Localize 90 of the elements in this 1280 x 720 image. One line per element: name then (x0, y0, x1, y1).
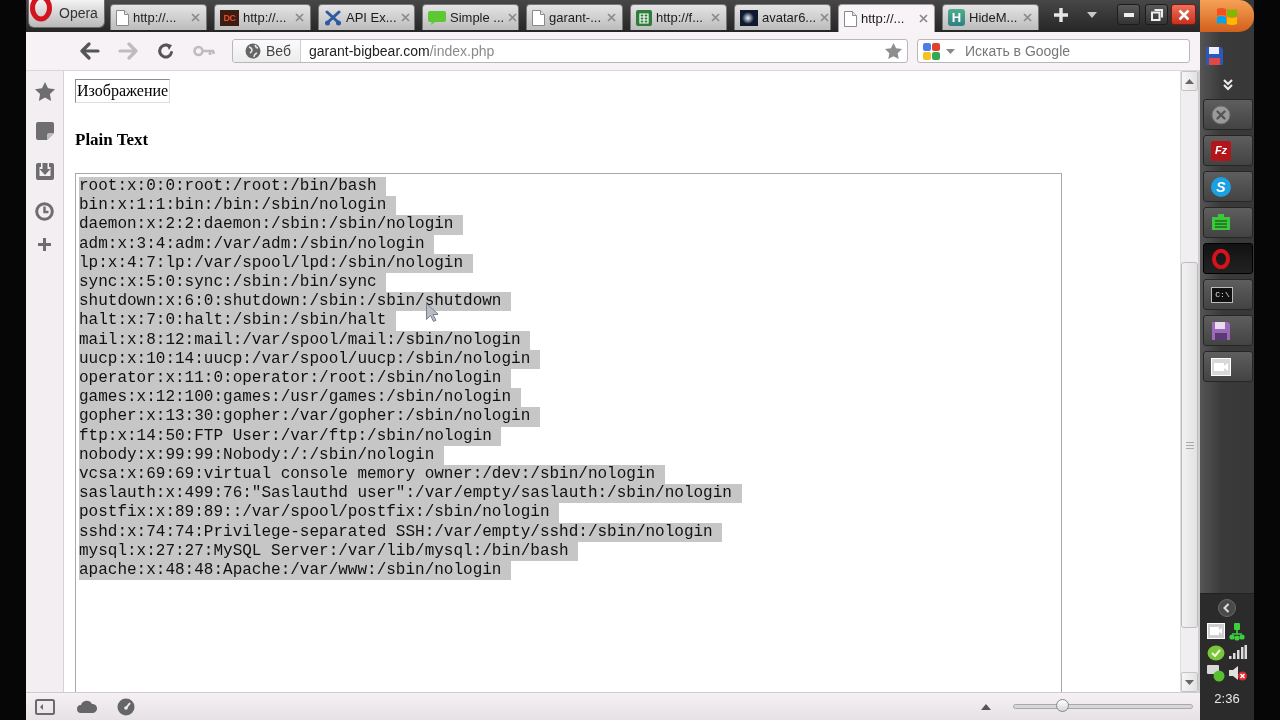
minimize-icon (1123, 12, 1134, 17)
letter-logo: Fz (1211, 140, 1231, 161)
browser-tab[interactable]: Simple ... (422, 4, 519, 30)
reload-icon (157, 42, 175, 60)
check-circle-icon[interactable] (1207, 645, 1225, 661)
search-engine-icon[interactable] (923, 42, 940, 60)
flag-logo-icon (1216, 6, 1238, 26)
sync-button[interactable] (77, 700, 97, 713)
opera-menu-button[interactable]: Opera (28, 0, 105, 28)
site-info-button[interactable]: Веб (233, 40, 301, 62)
section-heading: Plain Text (75, 130, 149, 150)
image-thumbnail-icon (740, 9, 758, 26)
crossed-tools-icon (324, 9, 342, 26)
camera-icon (1211, 357, 1231, 376)
taskbar-button[interactable]: C:\ (1203, 279, 1253, 310)
close-icon[interactable] (919, 14, 928, 23)
show-more-button[interactable] (981, 703, 991, 710)
scroll-up-button[interactable] (1181, 71, 1198, 91)
globe-icon (245, 43, 261, 59)
browser-tab[interactable]: API Ex... (318, 4, 415, 30)
speed-dial-button[interactable] (117, 697, 135, 716)
star-icon[interactable] (885, 43, 902, 59)
text-area[interactable] (75, 173, 1062, 692)
close-button[interactable] (1171, 4, 1196, 25)
search-input[interactable]: Искать в Google (961, 41, 1189, 61)
scroll-down-button[interactable] (1181, 672, 1198, 692)
taskbar-button[interactable] (1203, 351, 1253, 382)
o-ring-icon (1211, 248, 1231, 269)
taskbar-button[interactable] (1203, 315, 1253, 346)
url-text: garant-bigbear.com/index.php (309, 43, 495, 59)
o-ring-icon (30, 0, 52, 22)
caret-up-icon (981, 703, 991, 710)
taskbar-button[interactable]: Fz (1203, 135, 1253, 166)
double-chevron-icon (1223, 79, 1233, 91)
browser-tab[interactable]: DC http://... (214, 4, 311, 30)
scrollbar-thumb[interactable] (1181, 262, 1198, 628)
restore-button[interactable] (1145, 4, 1168, 25)
chat-status-icon[interactable] (1207, 665, 1225, 682)
download-icon (35, 162, 54, 180)
browser-tab[interactable]: avatar6... (734, 4, 831, 30)
letter-logo: S (1211, 176, 1231, 197)
forward-arrow-icon (118, 42, 138, 60)
star-icon (34, 81, 55, 101)
plus-icon (1053, 6, 1069, 23)
cloud-icon (77, 700, 97, 713)
browser-tab[interactable]: http://f... (630, 4, 727, 30)
letter-logo: H (948, 9, 965, 26)
more-tasks-button[interactable] (1223, 79, 1233, 91)
back-arrow-icon (80, 42, 100, 60)
caret-down-icon (1185, 679, 1194, 685)
clock-icon (35, 201, 54, 221)
quick-launch-button[interactable] (1205, 46, 1224, 66)
browser-tab[interactable]: http://... (838, 4, 935, 32)
page-icon (116, 9, 129, 26)
list-board-icon (1211, 213, 1231, 232)
image-alt-text: Изображение (75, 79, 171, 103)
chat-bubble-icon (428, 9, 446, 26)
letter-logo: DC (220, 9, 239, 26)
key-icon (193, 45, 215, 57)
address-field[interactable]: Веб garant-bigbear.com/index.php (232, 39, 908, 63)
panel-toggle-icon (35, 698, 55, 715)
browser-tab[interactable]: http://... (110, 4, 207, 30)
speaker-muted-icon[interactable] (1229, 665, 1247, 681)
caret-down-icon[interactable] (946, 48, 955, 54)
search-box[interactable]: Искать в Google (917, 39, 1190, 63)
note-icon (35, 122, 54, 140)
close-icon (1177, 8, 1190, 21)
panel-toggle-button[interactable] (35, 698, 55, 715)
page-icon (844, 10, 857, 27)
speedometer-icon (117, 697, 135, 716)
plus-icon (38, 237, 51, 251)
spreadsheet-icon (636, 9, 652, 26)
clock-text: 2:36 (1214, 691, 1240, 707)
grip-icon (1185, 441, 1194, 449)
restore-icon (1150, 8, 1163, 21)
browser-tab[interactable]: H HideM... (942, 4, 1039, 30)
mouse-pointer-icon (426, 303, 438, 322)
network-icon[interactable] (1229, 623, 1245, 641)
chevron-left-icon[interactable] (1218, 599, 1236, 617)
taskbar-button[interactable] (1203, 207, 1253, 238)
browser-tab[interactable]: garant-... (526, 4, 623, 30)
page-icon (532, 9, 545, 26)
slider-thumb[interactable] (1056, 699, 1070, 712)
console-logo: C:\ (1211, 286, 1233, 303)
x-circle-icon (1211, 104, 1231, 125)
signal-bars-icon[interactable] (1229, 645, 1247, 659)
caret-up-icon (1185, 78, 1194, 84)
start-button[interactable] (1200, 0, 1254, 32)
minimize-button[interactable] (1117, 4, 1140, 25)
caret-down-icon (1087, 11, 1097, 18)
